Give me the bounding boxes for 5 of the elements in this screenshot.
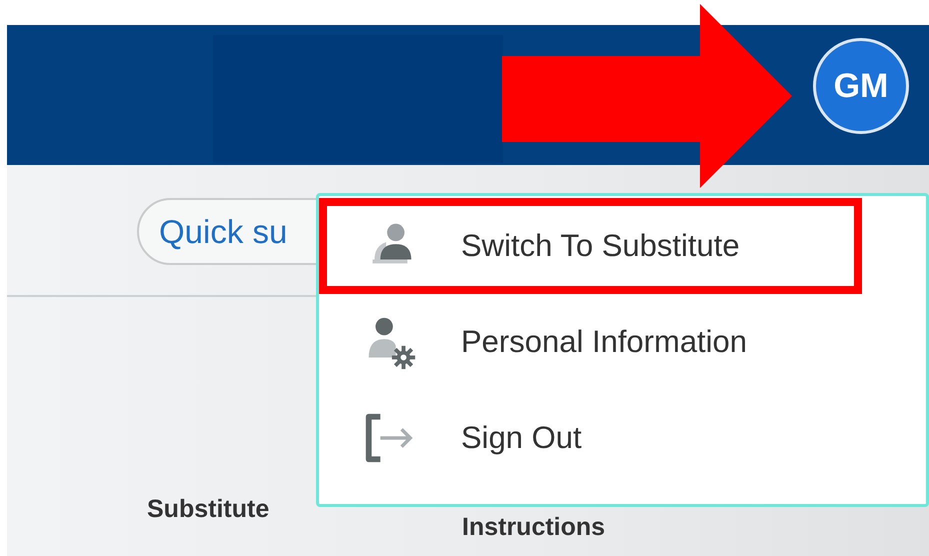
column-header: Instructions	[462, 512, 606, 543]
column-header: Substitute	[147, 494, 270, 525]
menu-item[interactable]: Personal Information	[319, 294, 862, 390]
menu-item[interactable]: Sign Out	[319, 390, 862, 486]
user-avatar-button[interactable]: GM	[813, 38, 909, 134]
